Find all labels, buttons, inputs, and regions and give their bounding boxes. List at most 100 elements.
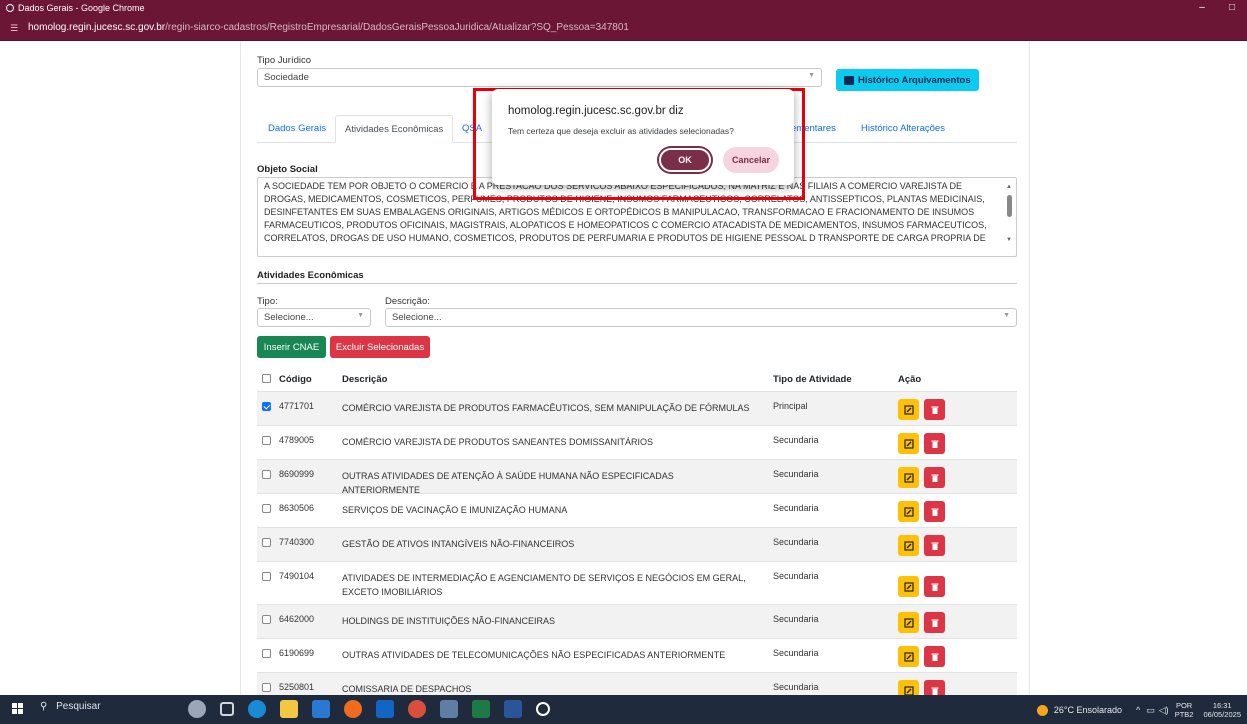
edit-button[interactable] <box>898 576 919 597</box>
table-row: 4789005 COMÉRCIO VAREJISTA DE PRODUTOS SA… <box>257 425 1017 459</box>
row-checkbox[interactable] <box>262 683 271 692</box>
dialog-ok-button[interactable]: OK <box>659 148 711 172</box>
tab-historico-alteracoes[interactable]: Histórico Alterações <box>852 115 954 143</box>
store-icon[interactable] <box>312 700 330 718</box>
page-viewport: Tipo Jurídico Sociedade ▼ Histórico Arqu… <box>0 41 1247 695</box>
dialog-cancel-button[interactable]: Cancelar <box>723 147 779 173</box>
row-descricao: COMÉRCIO VAREJISTA DE PRODUTOS FARMACÊUT… <box>342 403 750 413</box>
word-icon[interactable] <box>504 700 522 718</box>
row-tipo: Secundaria <box>773 537 819 547</box>
edit-icon <box>903 617 914 628</box>
delete-button[interactable] <box>924 501 945 522</box>
edit-button[interactable] <box>898 399 919 420</box>
tray-chevron-icon[interactable]: ^ <box>1136 705 1140 715</box>
header-tipo: Tipo de Atividade <box>773 374 852 385</box>
edit-button[interactable] <box>898 646 919 667</box>
trash-icon <box>931 406 938 414</box>
taskbar-search[interactable]: ⚲ Pesquisar <box>40 701 101 712</box>
network-icon[interactable]: ▭ <box>1146 705 1155 716</box>
file-explorer-icon[interactable] <box>280 700 298 718</box>
language-indicator[interactable]: POR PTB2 <box>1175 701 1194 719</box>
site-info-icon[interactable]: ☰ <box>10 23 22 33</box>
inserir-cnae-button[interactable]: Inserir CNAE <box>257 336 326 358</box>
row-checkbox[interactable] <box>262 504 271 513</box>
taskbar-apps <box>188 700 550 720</box>
tab-dados-gerais[interactable]: Dados Gerais <box>259 115 335 143</box>
chevron-down-icon: ▼ <box>357 312 364 319</box>
weather-text[interactable]: 26°C Ensolarado <box>1054 705 1122 715</box>
tipo-select[interactable]: Selecione... ▼ <box>257 308 371 327</box>
trash-icon <box>931 619 938 627</box>
row-checkbox[interactable] <box>262 402 271 411</box>
search-icon: ⚲ <box>40 701 48 712</box>
row-checkbox[interactable] <box>262 538 271 547</box>
header-descricao: Descrição <box>342 374 388 385</box>
atividades-title: Atividades Econômicas <box>257 270 364 281</box>
delete-button[interactable] <box>924 399 945 420</box>
dialog-title: homolog.regin.jucesc.sc.gov.br diz <box>508 105 684 117</box>
row-descricao: OUTRAS ATIVIDADES DE TELECOMUNICAÇÕES NÃ… <box>342 650 726 660</box>
table-row: 7740300 GESTÃO DE ATIVOS INTANGÍVEIS NÃO-… <box>257 527 1017 561</box>
row-tipo: Secundaria <box>773 469 819 479</box>
edit-button[interactable] <box>898 680 919 695</box>
edit-button[interactable] <box>898 612 919 633</box>
edit-button[interactable] <box>898 433 919 454</box>
excel-icon[interactable] <box>472 700 490 718</box>
chrome-app-icon[interactable] <box>408 700 426 718</box>
minimize-icon[interactable]: – <box>1187 0 1217 15</box>
media-icon[interactable] <box>536 702 550 716</box>
window-title: Dados Gerais - Google Chrome <box>18 2 145 13</box>
row-checkbox[interactable] <box>262 615 271 624</box>
row-descricao: GESTÃO DE ATIVOS INTANGÍVEIS NÃO-FINANCE… <box>342 539 575 549</box>
delete-button[interactable] <box>924 535 945 556</box>
outlook-icon[interactable] <box>376 700 394 718</box>
windows-start-icon[interactable] <box>12 703 24 715</box>
row-checkbox[interactable] <box>262 649 271 658</box>
row-checkbox[interactable] <box>262 470 271 479</box>
scroll-up-icon[interactable]: ▲ <box>1006 181 1012 194</box>
row-tipo: Secundaria <box>773 682 819 692</box>
row-checkbox[interactable] <box>262 572 271 581</box>
maximize-icon[interactable]: □ <box>1217 0 1247 15</box>
scroll-down-icon[interactable]: ▼ <box>1006 234 1012 247</box>
select-all-checkbox[interactable] <box>262 374 271 383</box>
row-tipo: Secundaria <box>773 435 819 445</box>
scrollbar-thumb[interactable] <box>1007 195 1012 217</box>
tipo-juridico-select[interactable]: Sociedade ▼ <box>257 68 822 87</box>
volume-icon[interactable]: ◁) <box>1159 705 1169 716</box>
excluir-selecionadas-button[interactable]: Excluir Selecionadas <box>330 336 430 358</box>
tipo-label: Tipo: <box>257 296 278 307</box>
edit-icon <box>903 581 914 592</box>
row-descricao: COMÉRCIO VAREJISTA DE PRODUTOS SANEANTES… <box>342 437 654 447</box>
delete-button[interactable] <box>924 680 945 695</box>
edit-button[interactable] <box>898 501 919 522</box>
historico-arquivamentos-button[interactable]: Histórico Arquivamentos <box>836 69 979 91</box>
firefox-icon[interactable] <box>344 700 362 718</box>
list-icon <box>844 75 854 85</box>
table-row: 7490104 ATIVIDADES DE INTERMEDIAÇÃO E AGE… <box>257 561 1017 604</box>
table-row: 4771701 COMÉRCIO VAREJISTA DE PRODUTOS FA… <box>257 391 1017 425</box>
header-acao: Ação <box>898 374 922 385</box>
row-descricao: ATIVIDADES DE INTERMEDIAÇÃO E AGENCIAMEN… <box>342 573 746 597</box>
edit-icon <box>903 540 914 551</box>
edit-button[interactable] <box>898 535 919 556</box>
task-view-icon[interactable] <box>220 702 234 716</box>
row-checkbox[interactable] <box>262 436 271 445</box>
delete-button[interactable] <box>924 433 945 454</box>
descricao-select[interactable]: Selecione... ▼ <box>385 308 1017 327</box>
edit-icon <box>903 404 914 415</box>
table-header: Código Descrição Tipo de Atividade Ação <box>257 369 1017 391</box>
address-bar[interactable]: ☰ homolog.regin.jucesc.sc.gov.br/regin-s… <box>0 15 1247 41</box>
delete-button[interactable] <box>924 612 945 633</box>
edge-icon[interactable] <box>248 700 266 718</box>
clock[interactable]: 16:31 06/05/2025 <box>1203 701 1241 719</box>
delete-button[interactable] <box>924 576 945 597</box>
delete-button[interactable] <box>924 467 945 488</box>
user-avatar-icon[interactable] <box>188 700 206 718</box>
descricao-label: Descrição: <box>385 296 430 307</box>
edit-button[interactable] <box>898 467 919 488</box>
tab-atividades-economicas[interactable]: Atividades Econômicas <box>335 115 454 143</box>
delete-button[interactable] <box>924 646 945 667</box>
textarea-scrollbar[interactable]: ▲ ▼ <box>1006 181 1013 253</box>
app-icon[interactable] <box>440 700 458 718</box>
